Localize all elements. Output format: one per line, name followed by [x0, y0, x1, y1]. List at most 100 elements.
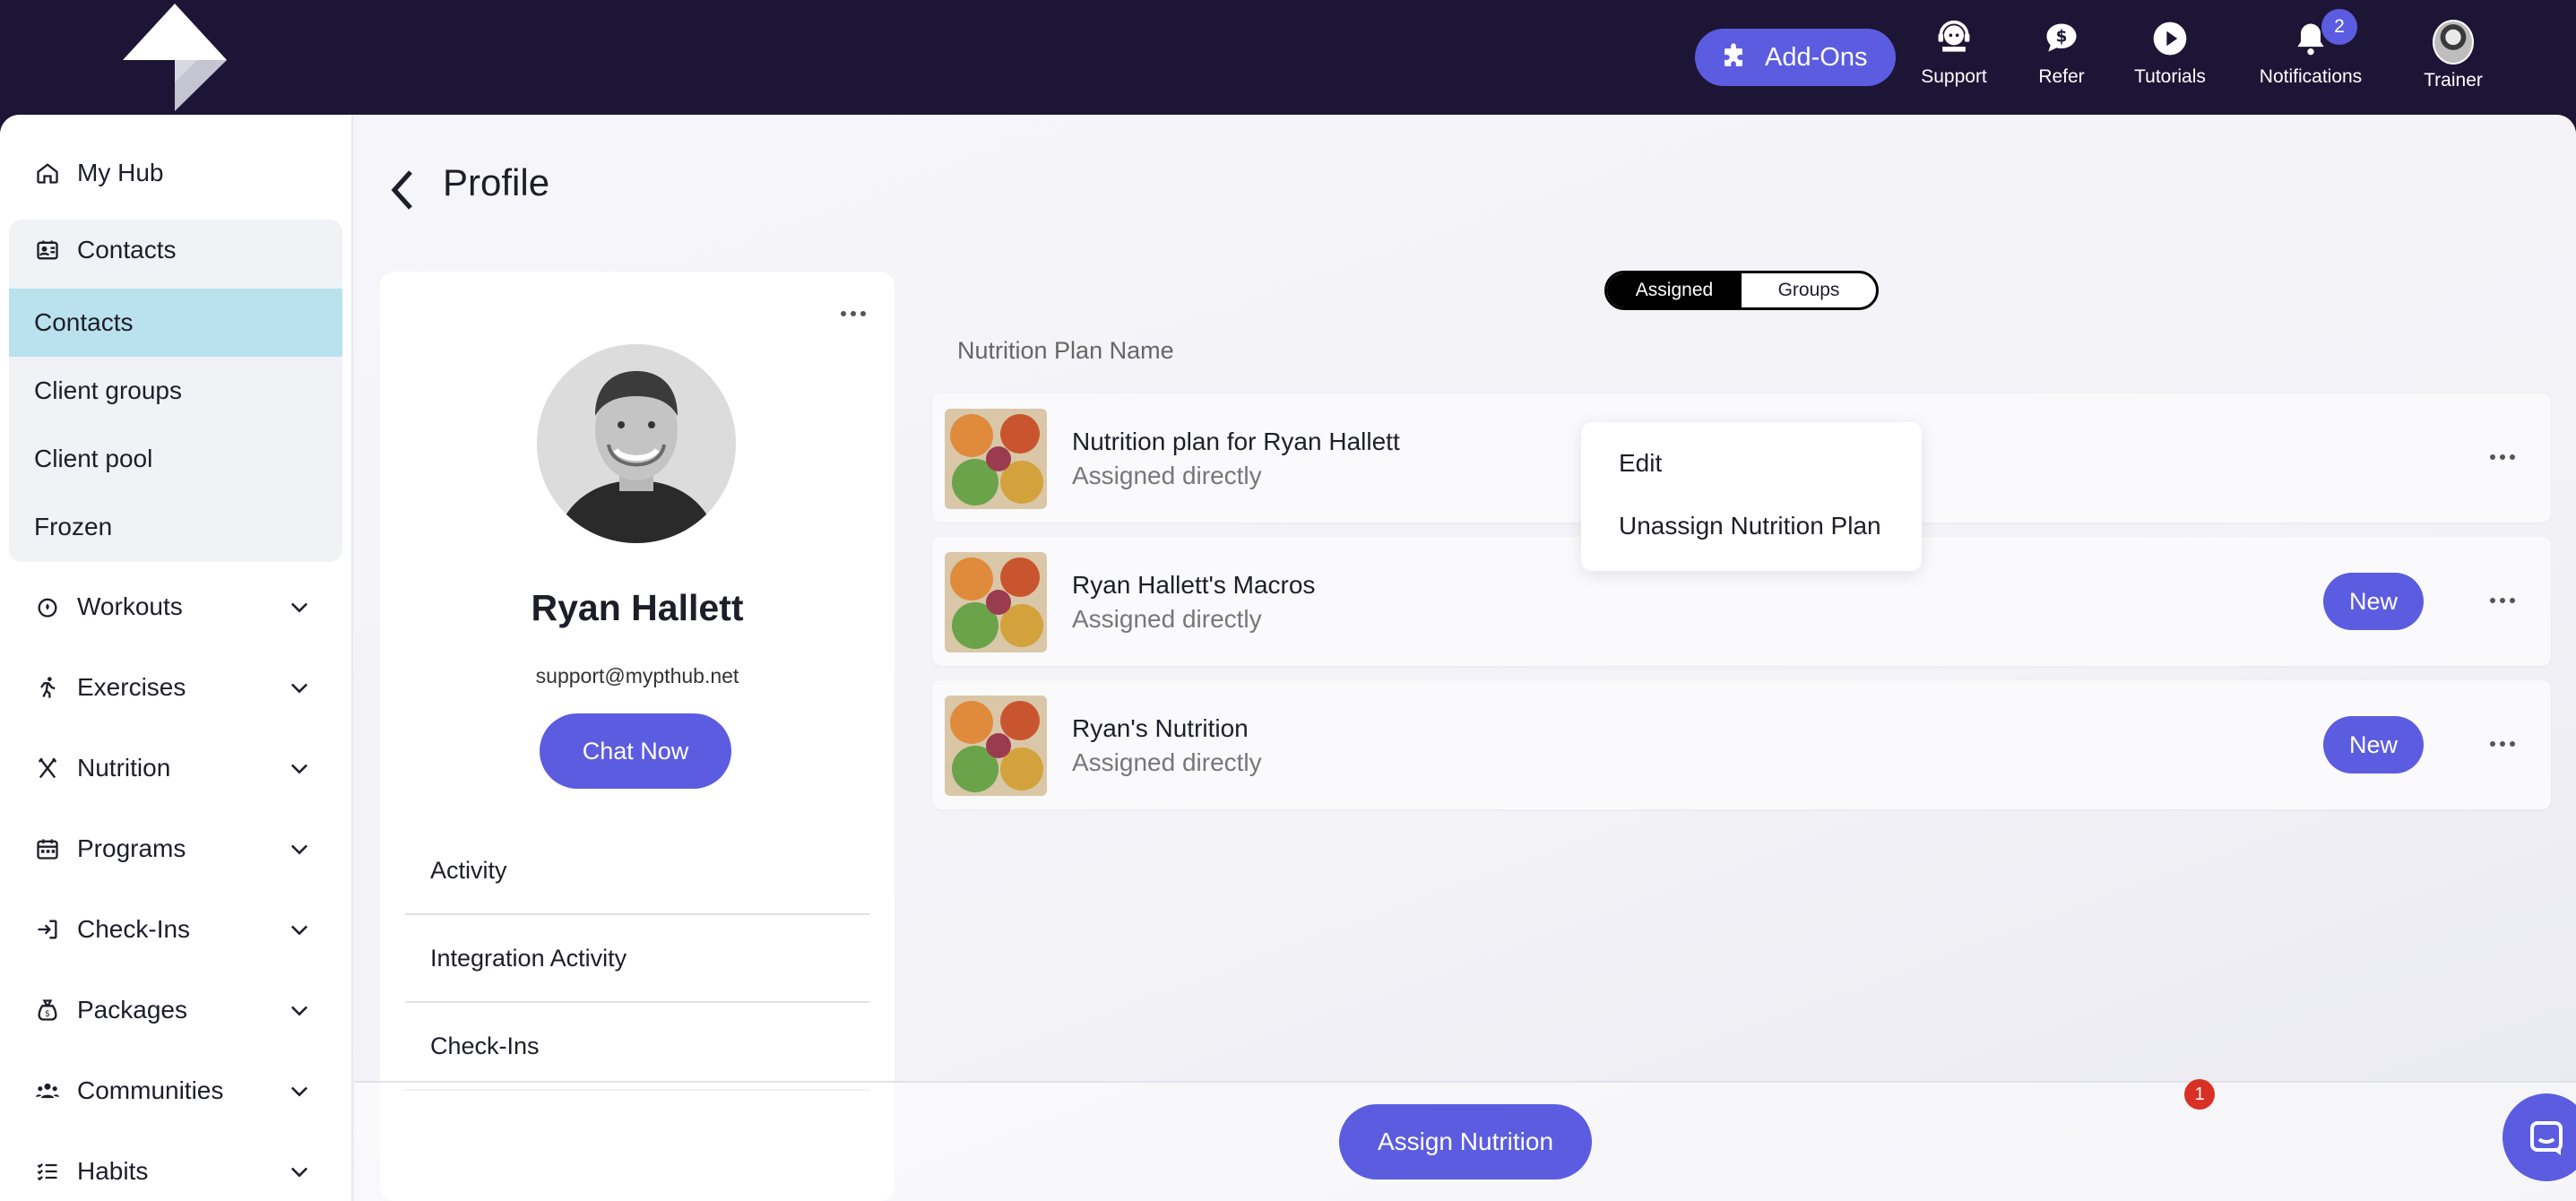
sidebar-item-label: Communities — [77, 1076, 224, 1104]
chevron-down-icon — [290, 764, 308, 774]
tutorials-label: Tutorials — [2134, 66, 2206, 87]
tab-groups[interactable]: Groups — [1742, 273, 1876, 307]
profile-tab-integration-activity[interactable]: Integration Activity — [405, 915, 869, 1003]
calendar-icon — [34, 835, 61, 862]
tab-assigned[interactable]: Assigned — [1607, 273, 1742, 307]
checklist-icon — [34, 1158, 61, 1185]
plan-title: Nutrition plan for Ryan Hallett — [1072, 428, 1400, 455]
support-icon — [1933, 18, 1975, 59]
sidebar-item-programs[interactable]: Programs — [34, 824, 312, 874]
profile-avatar — [537, 344, 736, 543]
refer-label: Refer — [2038, 66, 2085, 87]
tutorials-button[interactable]: Tutorials — [2130, 18, 2210, 99]
sidebar-item-label: Programs — [77, 834, 186, 862]
sidebar-item-packages[interactable]: $ Packages — [34, 985, 312, 1035]
svg-text:$: $ — [45, 1009, 50, 1019]
sidebar-item-label: Check-Ins — [77, 915, 191, 943]
home-icon — [34, 160, 61, 186]
sidebar-item-nutrition[interactable]: Nutrition — [34, 743, 312, 793]
sidebar-item-communities[interactable]: Communities — [34, 1066, 312, 1116]
food-thumbnail — [945, 696, 1047, 796]
sign-in-icon — [34, 916, 61, 943]
food-thumbnail — [945, 552, 1047, 652]
sidebar-item-habits[interactable]: Habits — [34, 1146, 312, 1197]
more-options-icon[interactable] — [2490, 454, 2515, 460]
refer-button[interactable]: $ Refer — [2026, 18, 2097, 99]
more-options-icon[interactable] — [2490, 741, 2515, 747]
chevron-down-icon — [290, 1086, 308, 1097]
add-ons-button[interactable]: Add-Ons — [1695, 29, 1896, 86]
sidebar-item-label: Contacts — [77, 236, 177, 264]
plan-subtitle: Assigned directly — [1072, 462, 1262, 489]
plan-title: Ryan's Nutrition — [1072, 714, 1249, 742]
sidebar-subitem-contacts[interactable]: Contacts — [34, 308, 134, 337]
top-bar: Add-Ons Support $ Refer Tutorials 2 Noti… — [0, 0, 2576, 115]
sidebar-subitem-client-pool[interactable]: Client pool — [34, 445, 152, 473]
notifications-label: Notifications — [2259, 66, 2363, 87]
profile-email: support@mypthub.net — [535, 664, 739, 687]
notifications-button[interactable]: 2 Notifications — [2253, 9, 2368, 99]
chevron-down-icon — [290, 1167, 308, 1178]
refer-icon: $ — [2041, 18, 2082, 59]
cutlery-icon — [34, 755, 61, 782]
notification-count-badge: 2 — [2321, 9, 2357, 45]
app-panel: My Hub Contacts Contacts Client groups C… — [0, 115, 2576, 1201]
back-arrow-icon[interactable] — [385, 167, 421, 213]
puzzle-icon — [1725, 43, 1742, 66]
svg-text:$: $ — [2056, 28, 2068, 47]
assign-nutrition-button[interactable]: Assign Nutrition — [1339, 1104, 1592, 1179]
sidebar: My Hub Contacts Contacts Client groups C… — [0, 115, 353, 1201]
users-icon — [34, 1077, 61, 1104]
profile-card: Ryan Hallett support@mypthub.net Chat No… — [380, 272, 895, 1201]
money-bag-icon: $ — [34, 997, 61, 1024]
chevron-down-icon — [290, 602, 308, 613]
new-badge: New — [2323, 716, 2424, 773]
chat-now-button[interactable]: Chat Now — [540, 713, 731, 789]
chevron-down-icon — [290, 683, 308, 694]
sidebar-item-label: My Hub — [77, 159, 164, 186]
chevron-down-icon — [290, 1006, 308, 1016]
sidebar-subitem-client-groups[interactable]: Client groups — [34, 376, 182, 405]
running-icon — [34, 674, 61, 701]
footer-bar: Assign Nutrition — [355, 1081, 2576, 1201]
sidebar-item-label: Exercises — [77, 673, 186, 701]
profile-name: Ryan Hallett — [531, 587, 744, 628]
sidebar-item-my-hub[interactable]: My Hub — [34, 148, 312, 198]
assigned-groups-toggle: Assigned Groups — [1604, 271, 1879, 310]
chat-icon — [2530, 1121, 2563, 1155]
menu-item-unassign-nutrition-plan[interactable]: Unassign Nutrition Plan — [1619, 512, 1881, 540]
app-logo[interactable] — [121, 2, 229, 111]
support-button[interactable]: Support — [1918, 18, 1990, 99]
sidebar-item-check-ins[interactable]: Check-Ins — [34, 904, 312, 955]
sidebar-item-label: Workouts — [77, 592, 183, 620]
add-ons-label: Add-Ons — [1765, 42, 1868, 72]
new-badge: New — [2323, 573, 2424, 630]
trainer-account-button[interactable]: Trainer — [2411, 20, 2495, 102]
menu-item-edit[interactable]: Edit — [1619, 449, 1662, 478]
more-options-icon[interactable] — [2490, 598, 2515, 603]
bell-icon: 2 — [2290, 9, 2357, 59]
chevron-down-icon — [290, 925, 308, 936]
support-chat-button[interactable] — [2503, 1093, 2576, 1181]
flame-icon — [34, 593, 61, 620]
sidebar-item-workouts[interactable]: Workouts — [34, 582, 312, 632]
sidebar-subitem-frozen[interactable]: Frozen — [34, 513, 112, 541]
plan-context-menu: Edit Unassign Nutrition Plan — [1581, 422, 1922, 571]
profile-tab-check-ins[interactable]: Check-Ins — [405, 1003, 869, 1091]
more-options-icon[interactable] — [841, 311, 866, 316]
main-content: Profile Ryan Hallett support@mypthub.net… — [355, 115, 2576, 1201]
sidebar-item-contacts-header[interactable]: Contacts — [34, 225, 312, 275]
chat-unread-badge: 1 — [2184, 1079, 2215, 1110]
avatar — [2433, 20, 2474, 65]
table-row[interactable]: Ryan's Nutrition Assigned directly New — [932, 680, 2551, 809]
page-title: Profile — [443, 161, 550, 203]
chevron-down-icon — [290, 844, 308, 855]
trainer-label: Trainer — [2424, 70, 2483, 91]
plan-subtitle: Assigned directly — [1072, 605, 1262, 633]
column-header-plan-name: Nutrition Plan Name — [957, 337, 1174, 364]
play-icon — [2149, 18, 2191, 59]
sidebar-item-label: Nutrition — [77, 754, 171, 782]
sidebar-item-exercises[interactable]: Exercises — [34, 662, 312, 713]
profile-tab-activity[interactable]: Activity — [405, 827, 869, 915]
food-thumbnail — [945, 409, 1047, 509]
